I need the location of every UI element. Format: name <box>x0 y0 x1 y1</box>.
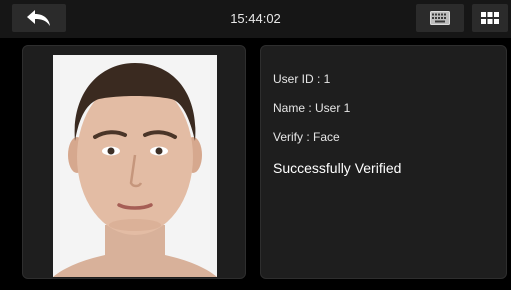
user-name-text: Name : User 1 <box>273 101 351 115</box>
user-photo <box>53 55 217 277</box>
user-id-text: User ID : 1 <box>273 72 331 86</box>
menu-button[interactable] <box>472 4 508 32</box>
verification-info-panel: User ID : 1 Name : User 1 Verify : Face … <box>260 45 507 279</box>
user-photo-panel <box>22 45 246 279</box>
verify-mode-text: Verify : Face <box>273 130 340 144</box>
keyboard-button[interactable] <box>416 4 464 32</box>
grid-menu-icon <box>481 12 499 24</box>
verification-status: Successfully Verified <box>273 160 402 176</box>
keyboard-icon <box>430 11 450 25</box>
top-bar: 15:44:02 <box>0 0 511 38</box>
face-photo <box>53 55 217 277</box>
